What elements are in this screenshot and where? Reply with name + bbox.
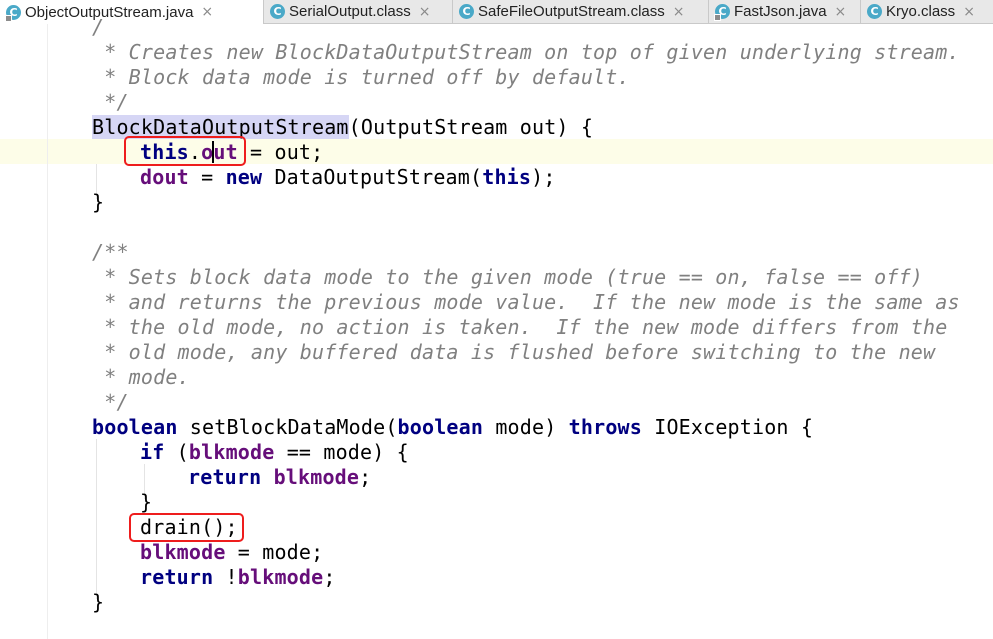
field-blkmode: blkmode [237, 565, 324, 589]
code-line: * the old mode, no action is taken. If t… [92, 315, 947, 340]
close-icon[interactable]: × [963, 5, 975, 19]
comment-text: /** [92, 240, 129, 264]
code-editor[interactable]: / * Creates new BlockDataOutputStream on… [0, 15, 993, 639]
tab-objectoutputstream-java[interactable]: C ObjectOutputStream.java × [0, 0, 264, 24]
code-text: = out; [237, 140, 324, 164]
comment-text: / [92, 15, 105, 39]
assign-dout-statement: dout = new DataOutputStream(this); [140, 165, 556, 190]
tab-label: Kryo.class [886, 3, 956, 20]
tab-serialoutput-class[interactable]: C SerialOutput.class × [264, 0, 453, 23]
tab-label: SafeFileOutputStream.class [478, 3, 665, 20]
keyword-boolean: boolean [92, 415, 178, 439]
class-file-icon: C [270, 4, 285, 19]
code-line: /** [92, 240, 129, 265]
close-icon[interactable]: × [673, 5, 685, 19]
class-file-icon: C [867, 4, 882, 19]
annotation-box-this-out [124, 136, 246, 166]
field-dout: dout [140, 165, 189, 189]
code-text: DataOutputStream( [262, 165, 483, 189]
comment-text: * Block data mode is turned off by defau… [92, 65, 630, 89]
code-text: = mode; [225, 540, 324, 564]
gutter-separator [47, 24, 48, 639]
code-text: ); [531, 165, 556, 189]
comment-text: */ [92, 90, 129, 114]
code-text: == mode) { [274, 440, 409, 464]
code-line: */ [92, 90, 129, 115]
code-text: ! [213, 565, 238, 589]
indent-guide [96, 439, 97, 599]
tab-kryo-class[interactable]: C Kryo.class × [861, 0, 993, 23]
closing-brace: } [140, 490, 153, 514]
closing-brace: } [92, 190, 105, 214]
comment-text: * Sets block data mode to the given mode… [92, 265, 924, 289]
method-declaration: boolean setBlockDataMode(boolean mode) t… [92, 415, 813, 440]
close-icon[interactable]: × [419, 5, 431, 19]
class-file-icon: C [459, 4, 474, 19]
keyword-return: return [188, 465, 262, 489]
code-line: * and returns the previous mode value. I… [92, 290, 960, 315]
return-statement: return !blkmode; [140, 565, 336, 590]
editor-tab-bar: C ObjectOutputStream.java × C SerialOutp… [0, 0, 993, 24]
comment-text: * and returns the previous mode value. I… [92, 290, 960, 314]
tab-fastjson-java[interactable]: C FastJson.java × [709, 0, 861, 23]
keyword-this: this [482, 165, 532, 189]
close-icon[interactable]: × [201, 5, 213, 19]
field-blkmode: blkmode [140, 540, 226, 564]
code-text: = [188, 165, 226, 189]
keyword-return: return [140, 565, 214, 589]
keyword-boolean: boolean [397, 415, 484, 439]
code-line: * Block data mode is turned off by defau… [92, 65, 630, 90]
comment-text: */ [92, 390, 129, 414]
assign-blkmode-statement: blkmode = mode; [140, 540, 323, 565]
comment-text: * the old mode, no action is taken. If t… [92, 315, 948, 339]
code-line: } [92, 590, 104, 615]
code-text: IOException { [642, 415, 814, 439]
field-blkmode: blkmode [273, 465, 360, 489]
closing-brace: } [92, 590, 105, 614]
code-line: * Sets block data mode to the given mode… [92, 265, 923, 290]
keyword-if: if [140, 440, 165, 464]
tab-label: FastJson.java [734, 3, 827, 20]
tab-safefileoutputstream-class[interactable]: C SafeFileOutputStream.class × [453, 0, 709, 23]
code-line: * old mode, any buffered data is flushed… [92, 340, 935, 365]
code-line: / [92, 15, 104, 40]
tab-label: ObjectOutputStream.java [25, 3, 194, 21]
code-line: } [140, 490, 152, 515]
comment-text: * Creates new BlockDataOutputStream on t… [92, 40, 960, 64]
java-class-icon: C [5, 4, 21, 22]
code-line: } [92, 190, 104, 215]
code-text: mode) [483, 415, 569, 439]
code-line: */ [92, 390, 129, 415]
return-statement: return blkmode; [188, 465, 371, 490]
code-line: * mode. [92, 365, 190, 390]
annotation-box-drain [129, 513, 244, 542]
field-blkmode: blkmode [188, 440, 275, 464]
keyword-throws: throws [568, 415, 642, 439]
code-line: * Creates new BlockDataOutputStream on t… [92, 40, 960, 65]
keyword-new: new [225, 165, 263, 189]
code-text: (OutputStream out) { [348, 115, 594, 139]
code-text: ; [359, 465, 372, 489]
java-class-icon: C [714, 4, 730, 21]
if-statement: if (blkmode == mode) { [140, 440, 409, 465]
code-text: ; [323, 565, 336, 589]
tab-label: SerialOutput.class [289, 3, 411, 20]
comment-text: * old mode, any buffered data is flushed… [92, 340, 936, 364]
close-icon[interactable]: × [835, 5, 847, 19]
code-text: ( [164, 440, 189, 464]
comment-text: * mode. [92, 365, 190, 389]
code-text: setBlockDataMode( [177, 415, 398, 439]
